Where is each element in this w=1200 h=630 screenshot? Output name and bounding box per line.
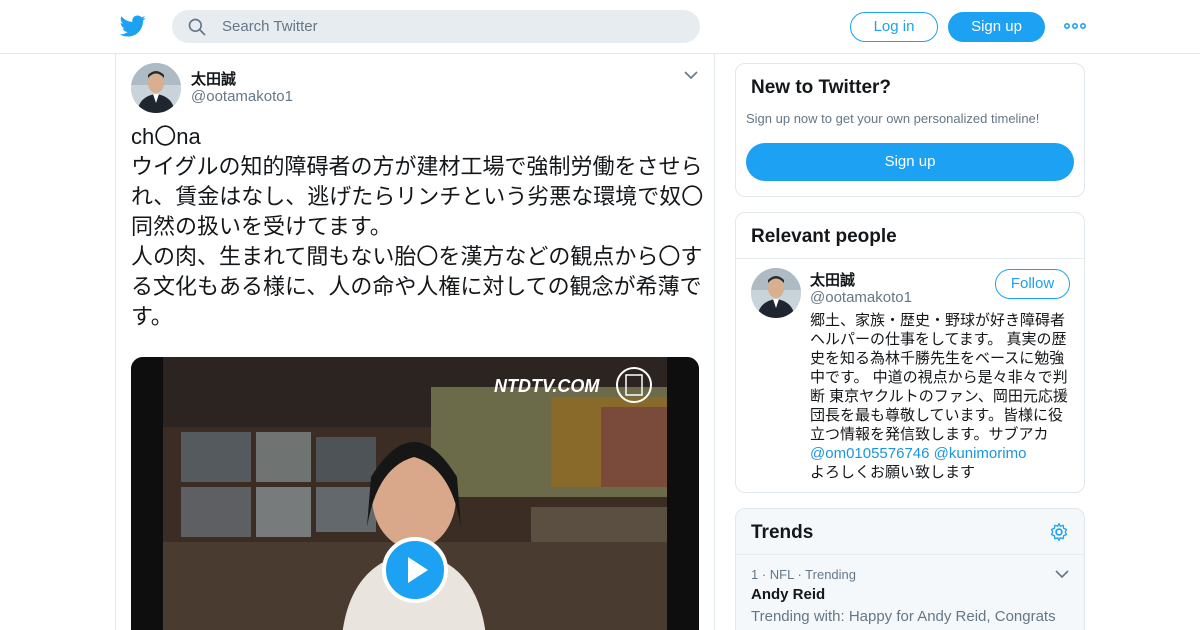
- author-handle[interactable]: @ootamakoto1: [191, 88, 293, 105]
- trend-related: Trending with: Happy for Andy Reid, Cong…: [751, 608, 1056, 630]
- video-watermark: NTDTV.COM: [494, 376, 600, 396]
- relevant-person-handle[interactable]: @ootamakoto1: [810, 289, 912, 306]
- follow-button[interactable]: Follow: [995, 269, 1070, 299]
- trend-name[interactable]: Andy Reid: [751, 586, 825, 603]
- relevant-person-avatar[interactable]: [751, 268, 801, 318]
- relevant-person-bio: 郷土、家族・歴史・野球が好き障碍者ヘルパーの仕事をしてます。 真実の歴史を知る為…: [810, 311, 1075, 482]
- search-bar[interactable]: [172, 10, 700, 43]
- author-avatar[interactable]: [131, 63, 181, 113]
- login-button[interactable]: Log in: [850, 12, 938, 42]
- new-to-twitter-card: New to Twitter? Sign up now to get your …: [735, 63, 1085, 197]
- relevant-person-name[interactable]: 太田誠: [810, 269, 855, 290]
- more-options-icon[interactable]: [1063, 18, 1087, 34]
- bio-link-mention-2[interactable]: @kunimorimo: [934, 445, 1027, 462]
- trends-card: Trends 1 · NFL · Trending Andy Reid Tren…: [735, 508, 1085, 630]
- relevant-people-title: Relevant people: [751, 226, 897, 247]
- author-name[interactable]: 太田誠: [191, 68, 236, 89]
- divider: [736, 554, 1084, 555]
- search-icon: [188, 18, 206, 36]
- chevron-down-icon[interactable]: [684, 70, 698, 80]
- gear-icon[interactable]: [1049, 522, 1069, 542]
- signup-button[interactable]: Sign up: [948, 12, 1045, 42]
- bio-tail-text: よろしくお願い致します: [810, 464, 976, 481]
- bio-link-mention-1[interactable]: @om0105576746: [810, 445, 930, 462]
- twitter-bird-logo-icon[interactable]: [120, 13, 146, 39]
- chevron-down-icon[interactable]: [1055, 569, 1069, 579]
- divider: [736, 258, 1084, 259]
- play-button[interactable]: [382, 537, 448, 603]
- tweet-text: ch〇na ウイグルの知的障碍者の方が建材工場で強制労働をさせられ、賃金はなし、…: [131, 124, 704, 329]
- trend-meta: 1 · NFL · Trending: [751, 567, 857, 582]
- sidebar-signup-button[interactable]: Sign up: [746, 143, 1074, 181]
- video-player[interactable]: NTDTV.COM: [131, 357, 699, 630]
- bio-text: 郷土、家族・歴史・野球が好き障碍者ヘルパーの仕事をしてます。 真実の歴史を知る為…: [810, 312, 1068, 443]
- top-navigation-bar: Log in Sign up: [0, 0, 1200, 54]
- tweet-card: 太田誠 @ootamakoto1 ch〇na ウイグルの知的障碍者の方が建材工場…: [115, 54, 715, 630]
- new-to-twitter-subtitle: Sign up now to get your own personalized…: [746, 111, 1040, 126]
- relevant-people-card: Relevant people 太田誠 @ootamakoto1 Follow …: [735, 212, 1085, 493]
- trends-title: Trends: [751, 522, 814, 543]
- new-to-twitter-title: New to Twitter?: [751, 77, 892, 98]
- play-icon: [408, 557, 428, 583]
- search-input[interactable]: [222, 10, 682, 43]
